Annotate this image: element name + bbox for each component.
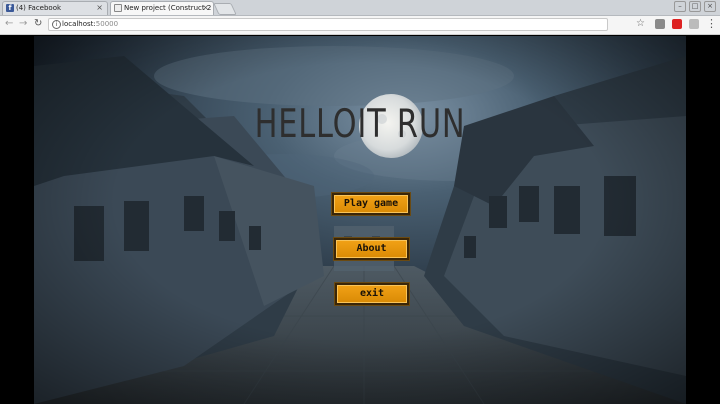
window-controls: – □ × <box>671 1 716 12</box>
bookmark-star-icon[interactable]: ☆ <box>636 18 645 29</box>
close-window-icon[interactable]: × <box>704 1 716 12</box>
tab-title: New project (Construct 2 <box>124 4 212 12</box>
address-host: localhost: <box>62 20 96 28</box>
tab-new-project[interactable]: New project (Construct 2 × <box>110 1 214 15</box>
extension-icon[interactable] <box>655 19 665 29</box>
game-canvas[interactable]: HELLOIT RUN Play game About exit <box>34 36 686 404</box>
tab-title: (4) Facebook <box>16 4 62 12</box>
page-icon <box>114 4 122 12</box>
game-title: HELLOIT RUN <box>254 102 466 147</box>
exit-button[interactable]: exit <box>335 283 409 305</box>
close-icon[interactable]: × <box>202 2 209 14</box>
address-port: 50000 <box>95 20 119 28</box>
address-bar[interactable]: i localhost:50000 <box>48 18 608 31</box>
browser-toolbar: ← → ↻ i localhost:50000 ☆ ⋮ <box>0 16 720 35</box>
play-game-button[interactable]: Play game <box>332 193 410 215</box>
menu-icon[interactable]: ⋮ <box>706 17 717 30</box>
tab-strip: f (4) Facebook × New project (Construct … <box>0 0 720 16</box>
tab-facebook[interactable]: f (4) Facebook × <box>2 1 108 15</box>
minimize-icon[interactable]: – <box>674 1 686 12</box>
new-tab-button[interactable] <box>213 3 237 15</box>
back-icon[interactable]: ← <box>5 18 13 29</box>
forward-icon[interactable]: → <box>19 18 27 29</box>
reload-icon[interactable]: ↻ <box>34 18 42 29</box>
street-background <box>34 36 686 404</box>
about-button[interactable]: About <box>334 238 409 260</box>
facebook-icon: f <box>6 4 14 12</box>
info-icon[interactable]: i <box>52 20 61 29</box>
maximize-icon[interactable]: □ <box>689 1 701 12</box>
adblock-icon[interactable] <box>672 19 682 29</box>
close-icon[interactable]: × <box>96 2 103 14</box>
shield-icon[interactable] <box>689 19 699 29</box>
